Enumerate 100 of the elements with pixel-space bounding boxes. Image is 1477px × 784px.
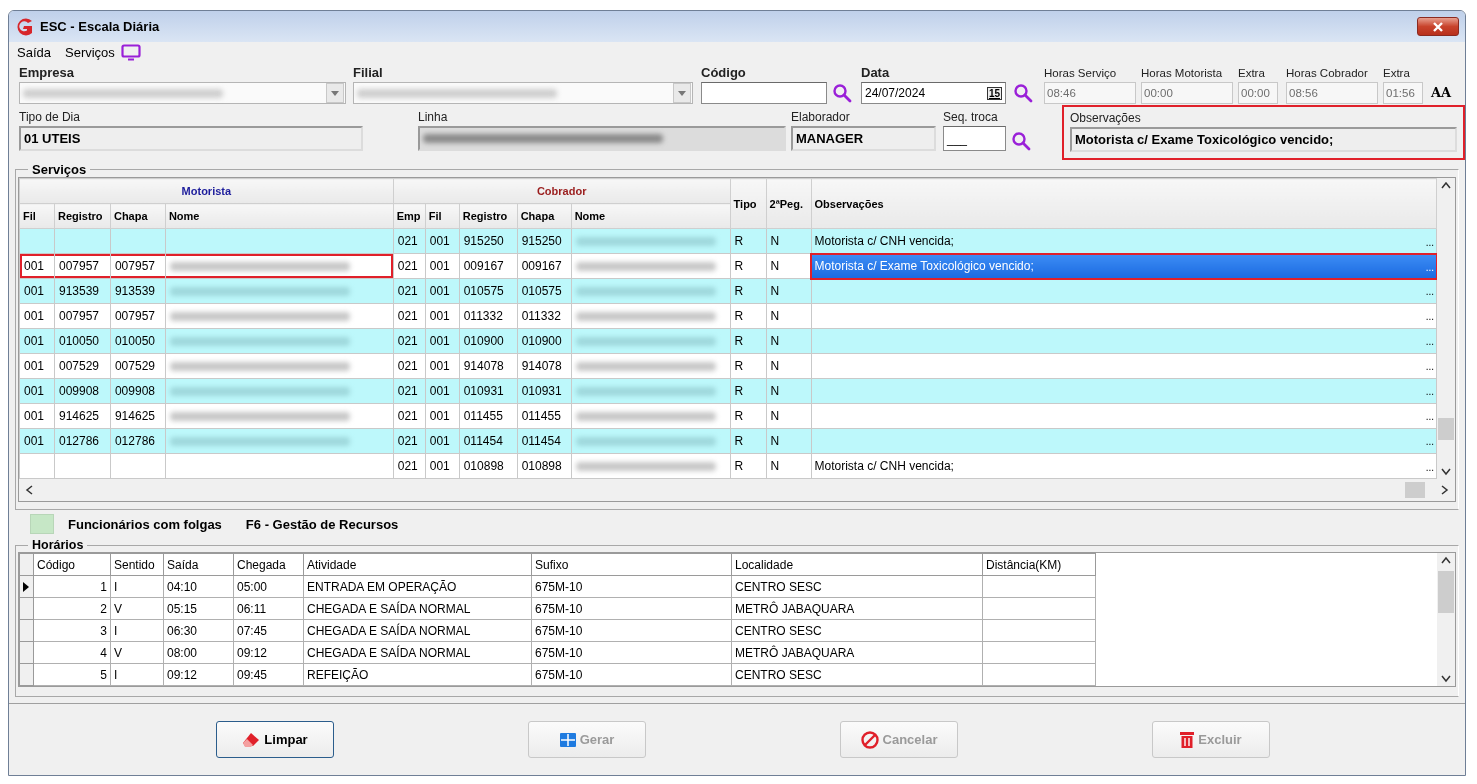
- notes-cell[interactable]: ...: [811, 353, 1437, 379]
- menu-item[interactable]: Serviços: [65, 45, 115, 60]
- field-label: Extra: [1238, 66, 1266, 81]
- column-header: Fil: [19, 203, 55, 229]
- hours-field: 08:56: [1286, 82, 1378, 104]
- column-header: Nome: [165, 203, 394, 229]
- menu-item[interactable]: Saída: [17, 45, 51, 60]
- table-row[interactable]: 001 007957 007957 021 001 009167 009167 R N Motorista c/ Exame Toxicológico vencido; ...: [19, 253, 1437, 279]
- table-cell: 001: [19, 403, 55, 429]
- table-row[interactable]: 001 007529 007529 021 001 914078 914078 R N ...: [19, 353, 1437, 379]
- table-cell: [19, 453, 55, 479]
- code-input[interactable]: [701, 82, 827, 104]
- author-field: MANAGER: [791, 126, 936, 151]
- table-cell: METRÔ JABAQUARA: [731, 641, 983, 664]
- table-cell: ENTRADA EM OPERAÇÃO: [303, 575, 532, 598]
- table-cell: CENTRO SESC: [731, 619, 983, 642]
- table-cell: REFEIÇÃO: [303, 663, 532, 686]
- search-icon[interactable]: [1013, 83, 1033, 103]
- close-button[interactable]: [1417, 17, 1459, 36]
- column-header: Sentido: [110, 553, 164, 576]
- table-cell: CENTRO SESC: [731, 663, 983, 686]
- date-input[interactable]: 24/07/2024 15: [861, 82, 1006, 104]
- table-row[interactable]: 021 001 915250 915250 R N Motorista c/ CNH vencida; ...: [19, 228, 1437, 254]
- search-icon[interactable]: [832, 83, 852, 103]
- cancel-icon: [860, 730, 879, 749]
- action-button[interactable]: Limpar: [216, 721, 334, 758]
- column-header: Observações: [811, 178, 1437, 229]
- notes-cell[interactable]: ...: [811, 303, 1437, 329]
- table-row[interactable]: 001 914625 914625 021 001 011455 011455 R N ...: [19, 403, 1437, 429]
- notes-field: Motorista c/ Exame Toxicológico vencido;: [1070, 127, 1457, 152]
- monitor-icon[interactable]: [120, 44, 141, 61]
- notes-cell[interactable]: ...: [811, 428, 1437, 454]
- vertical-scrollbar[interactable]: [1437, 178, 1455, 479]
- table-row[interactable]: 001 007957 007957 021 001 011332 011332 R N ...: [19, 303, 1437, 329]
- scroll-thumb[interactable]: [1405, 482, 1425, 498]
- field-label: Código: [701, 65, 747, 82]
- legend-swatch: [30, 514, 54, 534]
- table-cell: 05:00: [233, 575, 304, 598]
- column-header: Chegada: [233, 553, 304, 576]
- table-cell: 09:12: [163, 663, 234, 686]
- group-header: Motorista: [19, 178, 394, 204]
- notes-cell[interactable]: ...: [811, 328, 1437, 354]
- notes-cell[interactable]: ...: [811, 403, 1437, 429]
- table-row[interactable]: 001 913539 913539 021 001 010575 010575 R N ...: [19, 278, 1437, 304]
- caret-icon: [678, 90, 686, 96]
- notes-cell[interactable]: Motorista c/ Exame Toxicológico vencido; ...: [811, 253, 1437, 279]
- grid-icon: [559, 732, 576, 747]
- window-title: ESC - Escala Diária: [40, 19, 161, 34]
- close-icon: [1432, 21, 1444, 32]
- scroll-right-icon[interactable]: [1441, 485, 1449, 495]
- table-cell: 675M-10: [531, 619, 732, 642]
- sequence-input[interactable]: ___: [943, 126, 1006, 151]
- field-label: Extra: [1383, 66, 1411, 81]
- table-cell: 4: [33, 641, 111, 664]
- scroll-left-icon[interactable]: [25, 485, 33, 495]
- scroll-up-icon[interactable]: [1441, 556, 1451, 564]
- field-label: Elaborador: [791, 109, 851, 126]
- table-cell: I: [110, 575, 164, 598]
- table-cell: METRÔ JABAQUARA: [731, 597, 983, 620]
- table-cell: 001: [19, 253, 55, 279]
- field-label: Tipo de Dia: [19, 109, 81, 126]
- legend-label: Funcionários com folgas: [68, 516, 222, 532]
- notes-cell[interactable]: Motorista c/ CNH vencida; ...: [811, 228, 1437, 254]
- scroll-up-icon[interactable]: [1441, 181, 1451, 189]
- table-cell: [19, 228, 55, 254]
- group-title: Serviços: [31, 162, 88, 177]
- notes-cell[interactable]: ...: [811, 278, 1437, 304]
- table-row[interactable]: 001 012786 012786 021 001 011454 011454 R N ...: [19, 428, 1437, 454]
- notes-cell[interactable]: ...: [811, 378, 1437, 404]
- column-header: 2ªPeg.: [766, 178, 811, 229]
- table-cell: 3: [33, 619, 111, 642]
- calendar-icon[interactable]: 15: [986, 86, 1002, 100]
- font-size-button[interactable]: AA: [1431, 85, 1452, 100]
- scroll-down-icon[interactable]: [1441, 675, 1451, 683]
- field-label: Horas Serviço: [1044, 66, 1118, 81]
- scroll-down-icon[interactable]: [1441, 468, 1451, 476]
- field-label: Horas Cobrador: [1286, 66, 1369, 81]
- row-indicator[interactable]: [19, 575, 34, 598]
- notes-cell[interactable]: Motorista c/ CNH vencida; ...: [811, 453, 1437, 479]
- table-row[interactable]: 001 009908 009908 021 001 010931 010931 R N ...: [19, 378, 1437, 404]
- table-cell: 1: [33, 575, 111, 598]
- vertical-scrollbar[interactable]: [1437, 553, 1455, 686]
- table-cell: CHEGADA E SAÍDA NORMAL: [303, 619, 532, 642]
- table-cell: 001: [19, 278, 55, 304]
- table-cell: V: [110, 597, 164, 620]
- table-cell: 08:00: [163, 641, 234, 664]
- hours-field: 00:00: [1141, 82, 1233, 104]
- hours-field: 08:46: [1044, 82, 1136, 104]
- search-icon[interactable]: [1011, 131, 1031, 151]
- table-cell: 675M-10: [531, 663, 732, 686]
- table-row[interactable]: 001 010050 010050 021 001 010900 010900 R N ...: [19, 328, 1437, 354]
- column-header: Tipo: [730, 178, 767, 229]
- table-row[interactable]: 021 001 010898 010898 R N Motorista c/ CNH vencida; ...: [19, 453, 1437, 479]
- scroll-thumb[interactable]: [1438, 571, 1454, 613]
- table-cell: CHEGADA E SAÍDA NORMAL: [303, 597, 532, 620]
- scroll-thumb[interactable]: [1438, 418, 1454, 440]
- field-label: Empresa: [19, 65, 75, 82]
- trash-icon: [1180, 731, 1195, 748]
- table-cell: 5: [33, 663, 111, 686]
- table-cell: 001: [19, 353, 55, 379]
